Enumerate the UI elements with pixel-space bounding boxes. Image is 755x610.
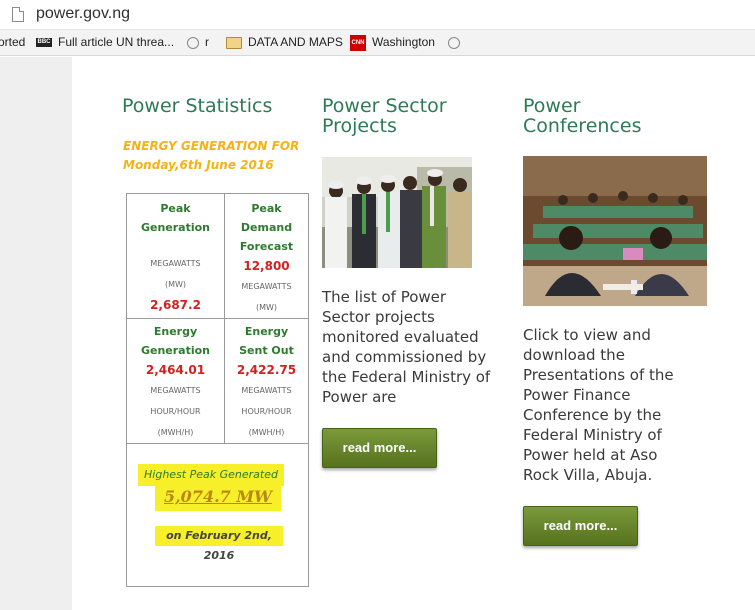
title-line: Power bbox=[523, 95, 581, 117]
stat-label: Peak bbox=[160, 202, 191, 215]
stat-label: Generation bbox=[140, 221, 211, 234]
stat-label: Forecast bbox=[239, 240, 294, 253]
stat-unit: (MW) bbox=[255, 303, 278, 312]
desc-line: and commissioned by bbox=[322, 348, 487, 366]
stat-label: Energy bbox=[153, 325, 198, 338]
stat-peak-generation: Peak Generation MEGAWATTS (MW) 2,687.2 bbox=[127, 199, 224, 315]
bookmark-label: orted bbox=[0, 35, 26, 49]
stat-unit: MEGAWATTS bbox=[150, 386, 201, 395]
conferences-read-more-button[interactable]: read more... bbox=[523, 506, 638, 546]
projects-description: Power are bbox=[322, 387, 501, 427]
bookmark-washington[interactable]: CNN Washington bbox=[350, 35, 435, 51]
desc-line: download the bbox=[523, 346, 625, 364]
bookmark-label: Washington bbox=[372, 35, 435, 50]
stat-value: 2,464.01 bbox=[145, 363, 206, 377]
stat-unit: (MWH/H) bbox=[157, 428, 194, 437]
stat-value: 2,687.2 bbox=[150, 298, 201, 312]
desc-line: Presentations of the bbox=[523, 366, 674, 384]
stat-unit: (MW) bbox=[164, 280, 187, 289]
stat-unit: MEGAWATTS bbox=[150, 259, 201, 268]
stat-label: Peak bbox=[251, 202, 282, 215]
bookmark-globe[interactable] bbox=[448, 35, 466, 49]
stat-label: Demand bbox=[240, 221, 293, 234]
desc-line: monitored evaluated bbox=[322, 328, 479, 346]
power-conferences-title: Power Conferences bbox=[523, 96, 641, 136]
stat-value: 12,800 bbox=[243, 259, 290, 273]
desc-line: Power Finance bbox=[523, 386, 631, 404]
page-icon bbox=[12, 7, 24, 22]
desc-line: Federal Ministry of bbox=[523, 426, 662, 444]
desc-line: Power are bbox=[322, 388, 397, 406]
subtitle-date: Monday,6th June 2016 bbox=[123, 158, 274, 172]
stat-label: Energy bbox=[244, 325, 289, 338]
stat-unit: MEGAWATTS bbox=[241, 282, 292, 291]
bbc-icon: BBC bbox=[36, 38, 52, 48]
highest-peak-date: on February 2nd, 2016 bbox=[155, 526, 283, 562]
divider bbox=[127, 318, 308, 319]
projects-photo[interactable] bbox=[322, 157, 472, 268]
folder-icon bbox=[226, 36, 242, 49]
divider bbox=[127, 443, 308, 444]
title-line: Projects bbox=[322, 115, 397, 137]
subtitle-line: ENERGY GENERATION FOR bbox=[123, 139, 300, 153]
stat-energy-generation: Energy Generation 2,464.01 MEGAWATTS HOU… bbox=[127, 322, 224, 443]
stat-peak-demand-forecast: Peak Demand Forecast 12,800 MEGAWATTS (M… bbox=[225, 199, 308, 318]
cnn-icon: CNN bbox=[350, 35, 366, 51]
stat-energy-sent-out: Energy Sent Out 2,422.75 MEGAWATTS HOUR/… bbox=[225, 322, 308, 443]
bookmark-label: r bbox=[205, 35, 209, 49]
desc-line: Power held at Aso bbox=[523, 446, 658, 464]
bookmark-data-and-maps[interactable]: DATA AND MAPS bbox=[226, 35, 343, 49]
url-text[interactable]: power.gov.ng bbox=[36, 5, 130, 23]
power-sector-projects-title: Power Sector Projects bbox=[322, 96, 447, 136]
desc-line: Sector projects bbox=[322, 308, 435, 326]
address-bar[interactable]: power.gov.ng bbox=[0, 0, 755, 30]
bookmarks-bar: orted BBC Full article UN threa... r DATA… bbox=[0, 30, 755, 56]
conference-photo-image bbox=[523, 156, 707, 306]
desc-line: The list of Power bbox=[322, 288, 447, 306]
desc-line: Conference by the bbox=[523, 406, 662, 424]
title-line: Conferences bbox=[523, 115, 642, 137]
bookmark-label: DATA AND MAPS bbox=[248, 35, 343, 49]
globe-icon bbox=[187, 36, 199, 49]
desc-line: the Federal Ministry of bbox=[322, 368, 491, 386]
energy-generation-subtitle: ENERGY GENERATION FOR Monday,6th June 20… bbox=[123, 137, 299, 175]
power-statistics-title: Power Statistics bbox=[122, 95, 273, 117]
highest-peak-value: 5,074.7 MW bbox=[155, 483, 281, 511]
bookmark-r[interactable]: r bbox=[187, 35, 209, 49]
projects-photo-image bbox=[322, 157, 472, 268]
conferences-description: Rock Villa, Abuja. bbox=[523, 465, 701, 505]
stat-unit: HOUR/HOUR bbox=[241, 407, 292, 416]
stat-label: Generation bbox=[140, 344, 211, 357]
stat-unit: HOUR/HOUR bbox=[150, 407, 201, 416]
stat-unit: (MWH/H) bbox=[248, 428, 285, 437]
conference-photo[interactable] bbox=[523, 156, 707, 306]
desc-line: Click to view and bbox=[523, 326, 651, 344]
stat-unit: MEGAWATTS bbox=[241, 386, 292, 395]
projects-read-more-button[interactable]: read more... bbox=[322, 428, 437, 468]
title-line: Power Sector bbox=[322, 95, 447, 117]
stat-value: 2,422.75 bbox=[236, 363, 297, 377]
bookmark-un-article[interactable]: BBC Full article UN threa... bbox=[36, 35, 174, 49]
bookmark-orted[interactable]: orted bbox=[0, 35, 25, 49]
globe-icon bbox=[448, 36, 460, 49]
desc-line: Rock Villa, Abuja. bbox=[523, 466, 653, 484]
stat-label: Sent Out bbox=[239, 344, 294, 357]
bookmark-label: Full article UN threa... bbox=[58, 35, 175, 49]
